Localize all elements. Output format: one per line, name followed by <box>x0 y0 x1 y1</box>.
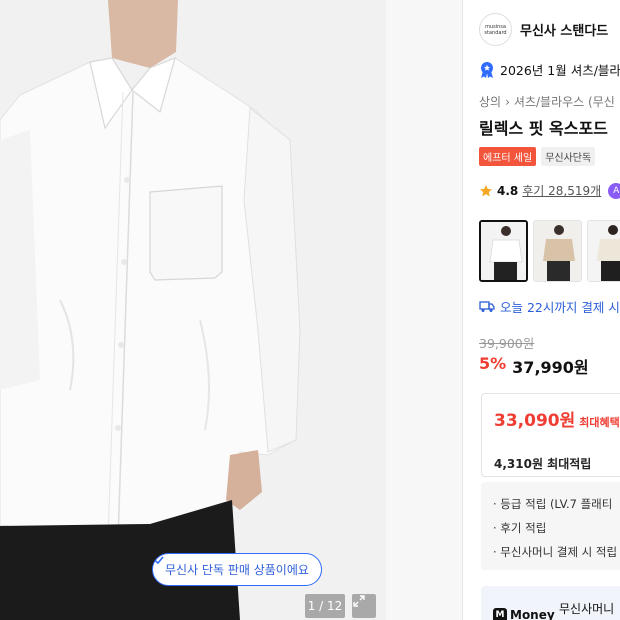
max-benefit-box[interactable]: 33,090원 최대혜택 4,310원 최대적립 <box>481 393 620 477</box>
brand-name[interactable]: 무신사 스탠다드 <box>520 20 608 39</box>
product-info-panel: musinsa standard 무신사 스탠다드 2026년 1월 셔츠/블라… <box>463 0 620 620</box>
points-item-grade: · 등급 적립 (LV.7 플래티 <box>493 497 613 511</box>
max-benefit-price: 33,090원 <box>494 411 576 431</box>
brand-logo[interactable]: musinsa standard <box>479 13 512 46</box>
product-page: 무신사 단독 판매 상품이에요 1 / 12 musinsa standard … <box>0 0 620 620</box>
max-benefit-price-row: 33,090원 최대혜택 <box>494 406 620 431</box>
rating-score: 4.8 <box>497 183 519 198</box>
product-badges: 에프터 세일 무신사단독 <box>479 147 596 166</box>
original-price: 39,900원 <box>479 336 535 351</box>
points-item-money: · 무신사머니 결제 시 적립 <box>493 545 618 559</box>
exclusive-sale-pill[interactable]: 무신사 단독 판매 상품이에요 <box>152 553 322 586</box>
after-sale-badge: 에프터 세일 <box>479 147 537 166</box>
thumbnail-white-shirt[interactable] <box>479 220 528 282</box>
ai-summary-badge[interactable]: A <box>608 182 620 199</box>
award-text: 2026년 1월 셔츠/블라 <box>500 63 620 78</box>
thumbnail-beige-shirt[interactable] <box>533 220 582 282</box>
points-breakdown: · 등급 적립 (LV.7 플래티 · 후기 적립 · 무신사머니 결제 시 적… <box>481 482 620 570</box>
musinsa-money-banner[interactable]: M Money 무신사머니 <box>481 586 620 620</box>
money-logo: M Money <box>493 608 555 620</box>
check-icon <box>154 556 164 565</box>
discount-rate: 5% <box>479 354 507 373</box>
breadcrumb: 상의 › 셔츠/블라우스 (무신 <box>479 93 615 110</box>
truck-icon <box>479 301 495 312</box>
expand-icon[interactable] <box>352 594 376 618</box>
sale-price: 37,990원 <box>512 358 589 377</box>
product-image-gallery[interactable]: 무신사 단독 판매 상품이에요 1 / 12 <box>0 0 386 620</box>
star-icon <box>480 184 492 196</box>
breadcrumb-level2[interactable]: 셔츠/블라우스 (무신 <box>514 93 615 110</box>
thumbnail-strip <box>479 220 620 282</box>
rating-row: 4.8 후기 28,519개 A <box>479 182 620 199</box>
ranking-award-row[interactable]: 2026년 1월 셔츠/블라 <box>479 60 620 79</box>
shipping-info[interactable]: 오늘 22시까지 결제 시 <box>479 297 620 316</box>
money-m-icon: M <box>493 608 507 620</box>
thumbnail-ivory-shirt[interactable] <box>587 220 620 282</box>
sale-price-row: 5% 37,990원 <box>479 354 589 378</box>
money-text: 무신사머니 <box>559 602 615 616</box>
max-benefit-label: 최대혜택 <box>579 416 620 429</box>
product-photo <box>0 0 386 620</box>
points-item-review: · 후기 적립 <box>493 521 547 535</box>
gallery-gutter <box>386 0 462 620</box>
image-counter: 1 / 12 <box>305 594 345 618</box>
breadcrumb-separator: › <box>505 94 510 109</box>
product-title: 릴렉스 핏 옥스포드 <box>479 119 608 138</box>
exclusive-badge: 무신사단독 <box>541 147 596 166</box>
award-ribbon-icon <box>481 61 493 78</box>
exclusive-pill-label: 무신사 단독 판매 상품이에요 <box>165 563 309 577</box>
brand-row[interactable]: musinsa standard 무신사 스탠다드 <box>479 13 608 46</box>
review-count-link[interactable]: 후기 28,519개 <box>522 182 601 199</box>
shipping-text: 오늘 22시까지 결제 시 <box>500 300 620 315</box>
breadcrumb-level1[interactable]: 상의 <box>479 93 501 110</box>
max-points: 4,310원 최대적립 <box>494 457 592 471</box>
